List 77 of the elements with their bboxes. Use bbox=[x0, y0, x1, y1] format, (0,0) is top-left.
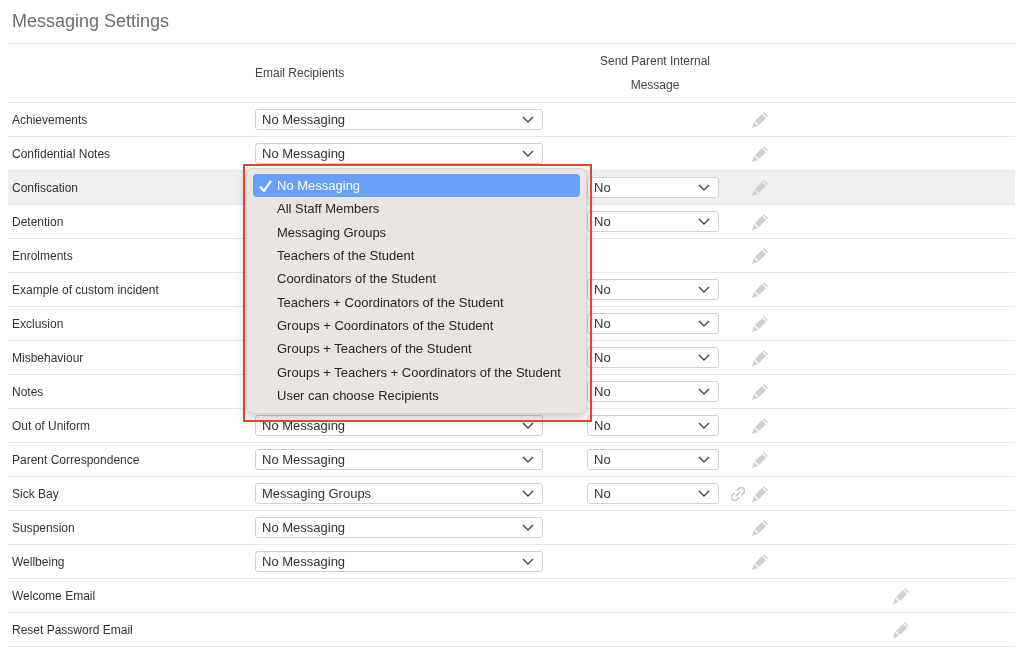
chevron-icon bbox=[698, 388, 710, 395]
pencil-icon[interactable] bbox=[752, 383, 768, 400]
page-title: Messaging Settings bbox=[8, 0, 1015, 44]
menu-option[interactable]: Teachers of the Student bbox=[253, 243, 580, 268]
chevron-icon bbox=[698, 456, 710, 463]
parent-message-select[interactable]: No bbox=[587, 415, 719, 436]
recipients-select[interactable]: No Messaging bbox=[255, 551, 543, 572]
chevron-icon bbox=[698, 218, 710, 225]
pencil-icon[interactable] bbox=[752, 315, 768, 332]
pencil-icon[interactable] bbox=[752, 111, 768, 128]
row-label: Parent Correspondence bbox=[11, 452, 140, 467]
recipients-select[interactable]: No Messaging bbox=[255, 517, 543, 538]
pencil-icon[interactable] bbox=[893, 587, 909, 604]
pencil-icon[interactable] bbox=[752, 485, 768, 502]
column-header: Send Parent Internal Message bbox=[598, 53, 712, 94]
parent-message-select[interactable]: No bbox=[587, 449, 719, 470]
pencil-icon[interactable] bbox=[752, 145, 768, 162]
menu-option[interactable]: Groups + Teachers of the Student bbox=[253, 337, 580, 361]
row-label: Exclusion bbox=[11, 316, 64, 331]
parent-message-select[interactable]: No bbox=[587, 177, 719, 198]
menu-option[interactable]: Groups + Coordinators of the Student bbox=[253, 313, 580, 338]
pencil-icon[interactable] bbox=[752, 553, 768, 570]
row-label: Welcome Email bbox=[11, 588, 96, 603]
row-label: Suspension bbox=[11, 520, 75, 535]
recipients-select[interactable]: No Messaging bbox=[255, 449, 543, 470]
chevron-icon bbox=[522, 558, 534, 565]
chevron-icon bbox=[698, 354, 710, 361]
recipients-select[interactable]: No Messaging bbox=[255, 109, 543, 130]
menu-option[interactable]: User can choose Recipients bbox=[253, 383, 580, 407]
row-label: Confiscation bbox=[11, 180, 79, 195]
menu-option[interactable]: Teachers + Coordinators of the Student bbox=[253, 290, 580, 314]
parent-message-select[interactable]: No bbox=[587, 347, 719, 368]
menu-option[interactable]: All Staff Members bbox=[253, 197, 580, 221]
chevron-icon bbox=[522, 490, 534, 497]
pencil-icon[interactable] bbox=[752, 213, 768, 230]
pencil-icon[interactable] bbox=[752, 451, 768, 468]
pencil-icon[interactable] bbox=[752, 179, 768, 196]
link-icon[interactable] bbox=[731, 486, 745, 501]
parent-message-select[interactable]: No bbox=[587, 381, 719, 402]
chevron-icon bbox=[698, 286, 710, 293]
chevron-icon bbox=[522, 524, 534, 531]
check-icon bbox=[259, 179, 272, 192]
parent-message-select[interactable]: No bbox=[587, 279, 719, 300]
parent-message-select[interactable]: No bbox=[587, 483, 719, 504]
menu-option[interactable]: Messaging Groups bbox=[253, 220, 580, 244]
row-label: Sick Bay bbox=[11, 486, 59, 501]
menu-option[interactable]: Groups + Teachers + Coordinators of the Student bbox=[253, 360, 580, 384]
chevron-icon bbox=[522, 422, 534, 429]
column-header: Email Recipients bbox=[254, 65, 345, 82]
row-label: Notes bbox=[11, 384, 44, 399]
parent-message-select[interactable]: No bbox=[587, 313, 719, 334]
row-label: Achievements bbox=[11, 112, 88, 127]
chevron-icon bbox=[698, 184, 710, 191]
row-label: Example of custom incident bbox=[11, 282, 159, 297]
row-label: Out of Uniform bbox=[11, 418, 91, 433]
pencil-icon[interactable] bbox=[752, 417, 768, 434]
chevron-icon bbox=[698, 320, 710, 327]
chevron-icon bbox=[522, 116, 534, 123]
row-label: Enrolments bbox=[11, 248, 73, 263]
row-label: Detention bbox=[11, 214, 64, 229]
recipients-select[interactable]: Messaging Groups bbox=[255, 483, 543, 504]
pencil-icon[interactable] bbox=[752, 281, 768, 298]
recipients-select[interactable]: No Messaging bbox=[255, 143, 543, 164]
pencil-icon[interactable] bbox=[752, 519, 768, 536]
chevron-icon bbox=[698, 490, 710, 497]
row-label: Wellbeing bbox=[11, 554, 65, 569]
parent-message-select[interactable]: No bbox=[587, 211, 719, 232]
menu-option[interactable]: Coordinators of the Student bbox=[253, 267, 580, 291]
row-label: Reset Password Email bbox=[11, 622, 133, 637]
chevron-icon bbox=[698, 422, 710, 429]
pencil-icon[interactable] bbox=[752, 349, 768, 366]
row-label: Misbehaviour bbox=[11, 350, 84, 365]
chevron-icon bbox=[522, 150, 534, 157]
row-label: Confidential Notes bbox=[11, 146, 111, 161]
pencil-icon[interactable] bbox=[893, 621, 909, 638]
pencil-icon[interactable] bbox=[752, 247, 768, 264]
chevron-icon bbox=[522, 456, 534, 463]
